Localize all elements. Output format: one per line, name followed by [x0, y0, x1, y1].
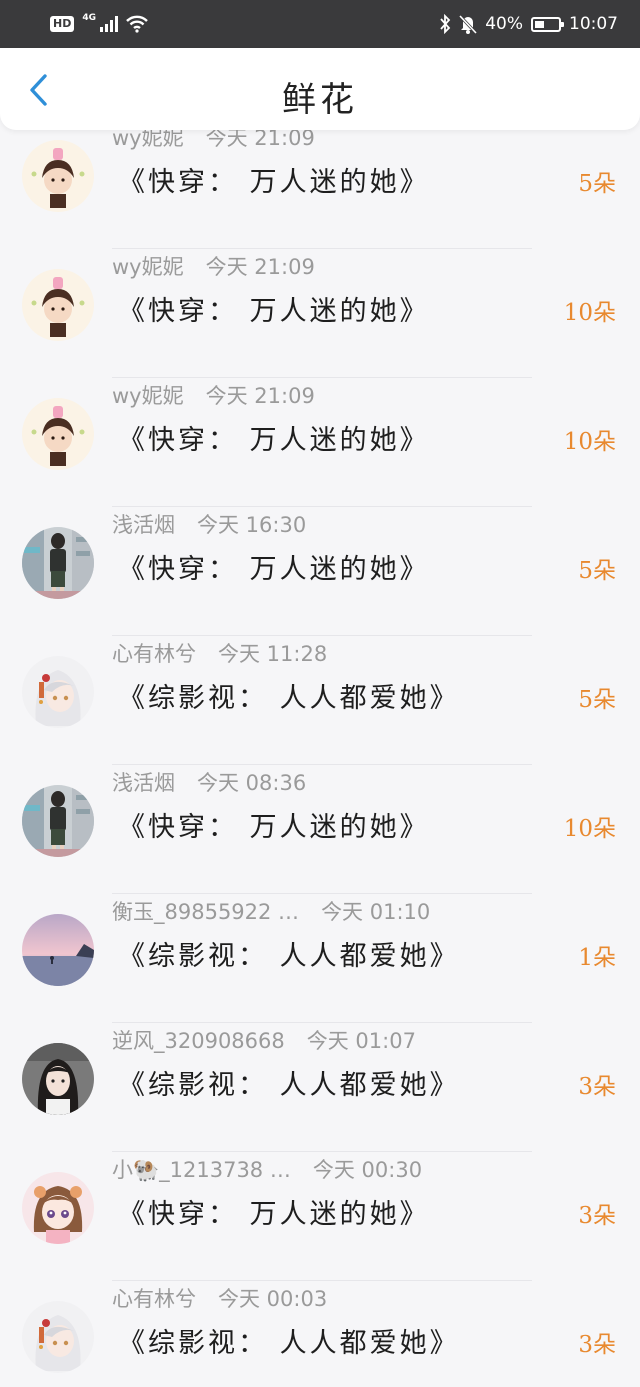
flower-count: 3朵 — [578, 1074, 616, 1100]
list-item[interactable]: 浅活烟 今天 16:30 《快穿： 万人迷的她》 5朵 — [0, 507, 640, 636]
timestamp: 今天 21:09 — [205, 384, 315, 408]
book-title[interactable]: 《综影视： 人人都爱她》 — [118, 1063, 460, 1102]
user-name[interactable]: 心有林兮 — [112, 642, 196, 666]
user-name[interactable]: wy妮妮 — [112, 255, 184, 279]
item-meta: 衡玉_89855922 … 今天 01:10 — [112, 896, 430, 926]
status-bar: HD 4G 40% 10:07 — [0, 0, 640, 48]
timestamp: 今天 21:09 — [205, 130, 315, 150]
flower-count: 10朵 — [563, 300, 616, 326]
flower-count: 10朵 — [563, 429, 616, 455]
item-meta: 浅活烟 今天 16:30 — [112, 509, 306, 539]
item-meta: wy妮妮 今天 21:09 — [112, 130, 315, 152]
list-item[interactable]: wy妮妮 今天 21:09 《快穿： 万人迷的她》 5朵 — [0, 130, 640, 249]
page-title: 鲜花 — [282, 80, 358, 120]
list-item[interactable]: 浅活烟 今天 08:36 《快穿： 万人迷的她》 10朵 — [0, 765, 640, 894]
user-name[interactable]: wy妮妮 — [112, 130, 184, 150]
nav-header: 鲜花 — [0, 48, 640, 130]
book-title[interactable]: 《综影视： 人人都爱她》 — [118, 1321, 460, 1360]
item-meta: 小🐏_1213738 … 今天 00:30 — [112, 1154, 422, 1184]
avatar[interactable] — [22, 914, 94, 986]
flower-count: 3朵 — [578, 1332, 616, 1358]
avatar[interactable] — [22, 1043, 94, 1115]
avatar[interactable] — [22, 527, 94, 599]
list-item[interactable]: 衡玉_89855922 … 今天 01:10 《综影视： 人人都爱她》 1朵 — [0, 894, 640, 1023]
user-name[interactable]: 浅活烟 — [112, 513, 175, 537]
book-title[interactable]: 《快穿： 万人迷的她》 — [118, 805, 430, 844]
book-title[interactable]: 《综影视： 人人都爱她》 — [118, 934, 460, 973]
book-title[interactable]: 《快穿： 万人迷的她》 — [118, 160, 430, 199]
book-title[interactable]: 《快穿： 万人迷的她》 — [118, 289, 430, 328]
flower-count: 5朵 — [578, 558, 616, 584]
battery-icon — [531, 16, 564, 32]
item-meta: 浅活烟 今天 08:36 — [112, 767, 306, 797]
avatar[interactable] — [22, 785, 94, 857]
avatar[interactable] — [22, 269, 94, 341]
list-item[interactable]: wy妮妮 今天 21:09 《快穿： 万人迷的她》 10朵 — [0, 249, 640, 378]
mute-bell-icon — [459, 14, 478, 34]
list-item[interactable]: 小🐏_1213738 … 今天 00:30 《快穿： 万人迷的她》 3朵 — [0, 1152, 640, 1281]
item-meta: 逆风_320908668 今天 01:07 — [112, 1025, 416, 1055]
avatar[interactable] — [22, 1301, 94, 1373]
avatar[interactable] — [22, 140, 94, 212]
wifi-icon — [126, 15, 148, 33]
network-type: 4G — [82, 13, 96, 23]
flower-record-list[interactable]: wy妮妮 今天 21:09 《快穿： 万人迷的她》 5朵 wy妮妮 今天 21:09… — [0, 130, 640, 1387]
avatar[interactable] — [22, 656, 94, 728]
book-title[interactable]: 《快穿： 万人迷的她》 — [118, 547, 430, 586]
avatar[interactable] — [22, 398, 94, 470]
list-item[interactable]: 逆风_320908668 今天 01:07 《综影视： 人人都爱她》 3朵 — [0, 1023, 640, 1152]
flower-count: 10朵 — [563, 816, 616, 842]
timestamp: 今天 21:09 — [205, 255, 315, 279]
user-name[interactable]: 心有林兮 — [112, 1287, 196, 1311]
list-item[interactable]: wy妮妮 今天 21:09 《快穿： 万人迷的她》 10朵 — [0, 378, 640, 507]
timestamp: 今天 08:36 — [197, 771, 307, 795]
clock: 10:07 — [569, 14, 618, 34]
item-meta: 心有林兮 今天 00:03 — [112, 1283, 327, 1313]
book-title[interactable]: 《快穿： 万人迷的她》 — [118, 418, 430, 457]
flower-count: 5朵 — [578, 171, 616, 197]
flower-count: 5朵 — [578, 687, 616, 713]
hd-voice-badge: HD — [50, 16, 75, 32]
timestamp: 今天 16:30 — [197, 513, 307, 537]
book-title[interactable]: 《综影视： 人人都爱她》 — [118, 676, 460, 715]
user-name[interactable]: wy妮妮 — [112, 384, 184, 408]
item-meta: wy妮妮 今天 21:09 — [112, 251, 315, 281]
battery-percent: 40% — [485, 14, 523, 34]
avatar[interactable] — [22, 1172, 94, 1244]
timestamp: 今天 00:03 — [218, 1287, 328, 1311]
timestamp: 今天 01:07 — [306, 1029, 416, 1053]
user-name[interactable]: 逆风_320908668 — [112, 1029, 285, 1053]
flower-count: 1朵 — [578, 945, 616, 971]
timestamp: 今天 00:30 — [312, 1158, 423, 1182]
user-name[interactable]: 衡玉_89855922 … — [112, 900, 299, 924]
timestamp: 今天 11:28 — [218, 642, 328, 666]
list-item[interactable]: 心有林兮 今天 11:28 《综影视： 人人都爱她》 5朵 — [0, 636, 640, 765]
user-name[interactable]: 小🐏_1213738 … — [112, 1158, 291, 1182]
item-meta: wy妮妮 今天 21:09 — [112, 380, 315, 410]
book-title[interactable]: 《快穿： 万人迷的她》 — [118, 1192, 430, 1231]
flower-count: 3朵 — [578, 1203, 616, 1229]
signal-icon — [100, 16, 118, 32]
item-meta: 心有林兮 今天 11:28 — [112, 638, 327, 668]
bluetooth-icon — [440, 14, 451, 34]
user-name[interactable]: 浅活烟 — [112, 771, 175, 795]
list-item[interactable]: 心有林兮 今天 00:03 《综影视： 人人都爱她》 3朵 — [0, 1281, 640, 1387]
timestamp: 今天 01:10 — [321, 900, 431, 924]
